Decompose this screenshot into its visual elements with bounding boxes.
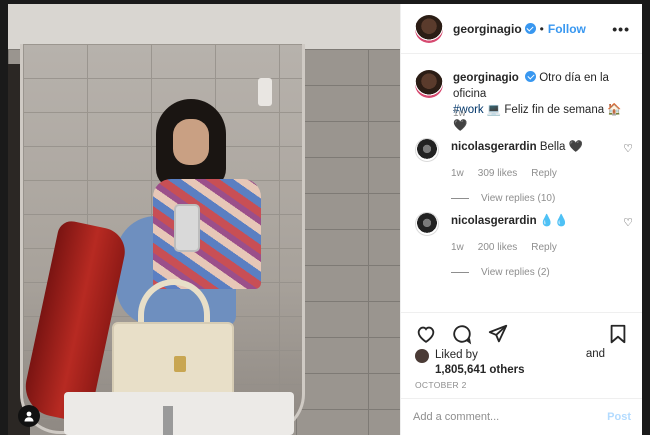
comment-like-heart-icon[interactable]: ♡: [623, 142, 633, 155]
comment-like-heart-icon[interactable]: ♡: [623, 216, 633, 229]
replies-divider: [451, 198, 469, 199]
user-tag-icon[interactable]: [18, 405, 40, 427]
post-side-panel: georginagio • Follow ••• georginagio Otr…: [400, 4, 642, 435]
likes-and-label: and: [585, 348, 605, 360]
view-replies-button[interactable]: View replies (2): [451, 267, 633, 278]
comment-composer: Post: [401, 398, 642, 435]
post-photo[interactable]: [8, 4, 400, 435]
comment-icon[interactable]: [451, 323, 473, 345]
commenter-username[interactable]: nicolasgerardin: [451, 141, 537, 153]
actions-divider: [401, 312, 642, 313]
verified-badge-icon: [525, 71, 537, 82]
replies-divider: [451, 272, 469, 273]
likes-summary: Liked by 1,805,641 others and: [415, 348, 629, 378]
comment-item: nicolasgerardin Bella 🖤 ♡ 1w 309 likes R…: [415, 138, 633, 204]
comment-timestamp[interactable]: 1w: [451, 168, 464, 179]
bookmark-icon[interactable]: [607, 323, 629, 345]
comment-input[interactable]: [413, 411, 608, 423]
commenter-avatar[interactable]: [415, 212, 439, 236]
more-options-icon[interactable]: •••: [612, 21, 630, 37]
comment-likes[interactable]: 200 likes: [478, 242, 517, 253]
post-date[interactable]: OCTOBER 2: [415, 380, 467, 390]
post-header: georginagio • Follow •••: [401, 4, 642, 54]
photo-dispenser: [258, 78, 272, 106]
instagram-post-modal: georginagio • Follow ••• georginagio Otr…: [8, 4, 642, 435]
comment-meta: 1w 200 likes Reply: [451, 242, 633, 253]
comment-text: Bella 🖤: [539, 141, 583, 153]
comment-reply-button[interactable]: Reply: [531, 242, 557, 253]
author-username[interactable]: georginagio: [453, 22, 522, 36]
comment-reply-button[interactable]: Reply: [531, 168, 557, 179]
verified-badge-icon: [524, 23, 536, 34]
likes-count[interactable]: 1,805,641 others: [435, 364, 525, 376]
author-avatar[interactable]: [415, 14, 443, 43]
comment-text: 💧💧: [539, 215, 569, 227]
follow-button[interactable]: Follow: [548, 22, 586, 36]
liked-by-label: Liked by: [435, 349, 478, 361]
caption-avatar[interactable]: [415, 70, 443, 98]
comment-meta: 1w 309 likes Reply: [451, 168, 633, 179]
comment-item: nicolasgerardin 💧💧 ♡ 1w 200 likes Reply …: [415, 212, 633, 278]
header-separator: •: [539, 21, 544, 36]
heart-icon[interactable]: [415, 323, 437, 345]
share-icon[interactable]: [487, 323, 509, 345]
caption-timestamp[interactable]: 1w: [453, 108, 466, 119]
comment-timestamp[interactable]: 1w: [451, 242, 464, 253]
liker-avatar[interactable]: [415, 349, 429, 363]
view-replies-label: View replies (10): [481, 193, 556, 204]
view-replies-button[interactable]: View replies (10): [451, 193, 633, 204]
post-comment-button[interactable]: Post: [607, 411, 631, 423]
commenter-avatar[interactable]: [415, 138, 439, 162]
view-replies-label: View replies (2): [481, 267, 550, 278]
post-caption: georginagio Otro día en la oficina #work…: [415, 70, 633, 134]
commenter-username[interactable]: nicolasgerardin: [451, 215, 537, 227]
photo-wall: [8, 4, 400, 49]
post-actions: [415, 322, 629, 346]
caption-username[interactable]: georginagio: [453, 72, 519, 84]
comment-likes[interactable]: 309 likes: [478, 168, 517, 179]
